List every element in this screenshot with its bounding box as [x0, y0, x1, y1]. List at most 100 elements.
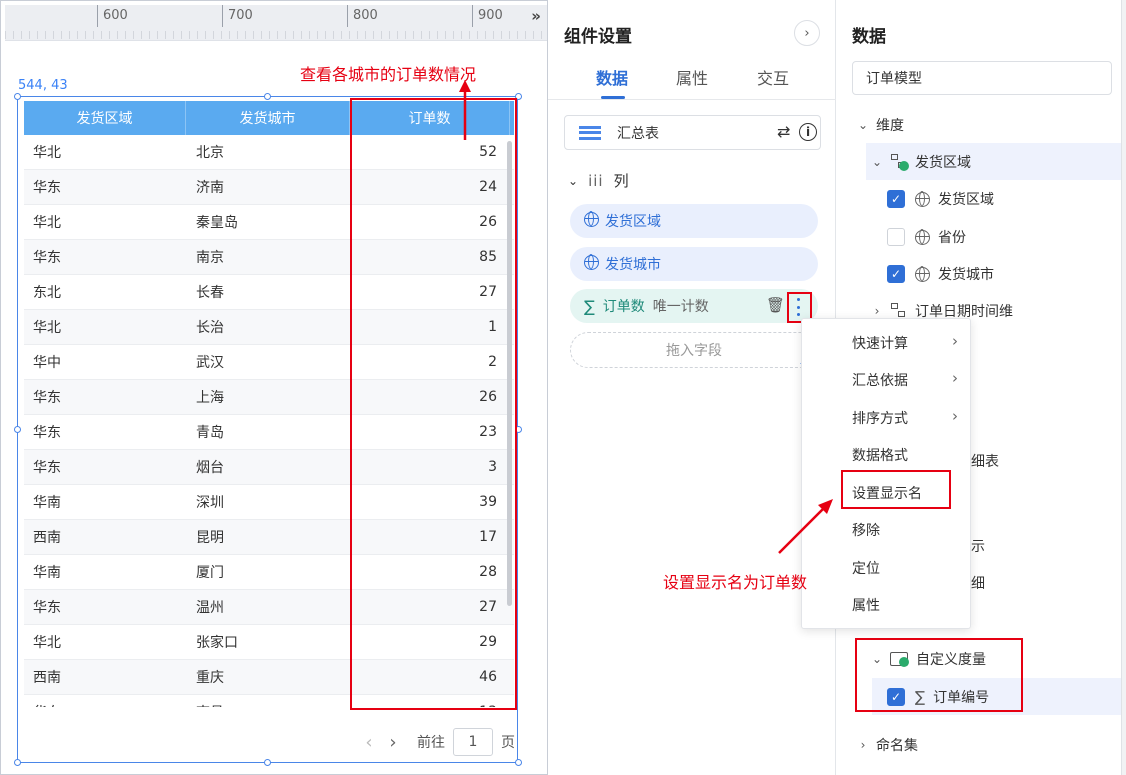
cell-region: 西南	[33, 530, 61, 546]
globe-icon	[915, 266, 930, 282]
checkbox-unchecked[interactable]	[887, 228, 905, 246]
tree-label: 发货区域	[915, 154, 971, 171]
annotation-arrow-up	[459, 80, 471, 140]
dataset-selector[interactable]: 汇总表 ⇄ i	[564, 115, 821, 150]
menu-item-aggregate-by[interactable]: 汇总依据	[852, 370, 908, 390]
cell-city: 南昌	[186, 695, 350, 707]
ruler-tick	[472, 5, 473, 27]
tree-label-partial: 细	[971, 576, 985, 592]
tree-label: 发货区域	[938, 192, 994, 208]
cell-region: 华东	[33, 250, 61, 266]
resize-handle[interactable]	[264, 759, 271, 766]
resize-handle[interactable]	[264, 93, 271, 100]
tree-field-province[interactable]: 省份	[887, 226, 966, 248]
table-icon	[579, 125, 601, 140]
resize-handle[interactable]	[14, 759, 21, 766]
cell-region: 华东	[33, 425, 61, 441]
annotation-arrow-diagonal	[778, 499, 833, 554]
cell-region: 华东	[33, 180, 61, 196]
ruler-scroll-right-icon[interactable]: »	[531, 7, 541, 25]
cell-region: 华东	[24, 695, 186, 707]
info-icon[interactable]: i	[799, 123, 817, 141]
measure-aggregation-label: 唯一计数	[652, 299, 709, 315]
prev-page-icon[interactable]: ‹	[361, 732, 377, 753]
menu-item-sort[interactable]: 排序方式	[852, 408, 908, 428]
header-region[interactable]: 发货区域	[24, 101, 186, 135]
tree-label: 省份	[938, 230, 966, 246]
resize-handle[interactable]	[515, 759, 522, 766]
chevron-down-icon[interactable]: ⌄	[568, 174, 578, 188]
tree-dimensions[interactable]: ⌄ 维度	[856, 114, 904, 136]
cell-region: 华北	[33, 215, 61, 231]
measure-pill-order-count[interactable]: ∑ 订单数 唯一计数 🗑	[570, 289, 818, 323]
menu-item-data-format[interactable]: 数据格式	[852, 445, 908, 465]
globe-icon	[584, 211, 599, 227]
chevron-down-icon[interactable]: ⌄	[856, 118, 870, 132]
globe-icon	[915, 229, 930, 245]
field-pill-city[interactable]: 发货城市	[570, 247, 818, 281]
field-pill-region[interactable]: 发货区域	[570, 204, 818, 238]
drop-field-zone[interactable]: 拖入字段	[570, 332, 818, 368]
cell-region: 华南	[33, 565, 61, 581]
menu-item-quick-calc[interactable]: 快速计算	[852, 333, 908, 353]
tab-properties[interactable]: 属性	[676, 65, 708, 89]
cell-city: 秦皇岛	[196, 215, 238, 231]
model-selector[interactable]: 订单模型	[852, 61, 1112, 95]
cell-city: 厦门	[196, 565, 224, 581]
cell-region: 华北	[33, 635, 61, 651]
tab-interaction[interactable]: 交互	[757, 65, 789, 89]
resize-handle[interactable]	[14, 93, 21, 100]
checkbox-checked[interactable]: ✓	[887, 265, 905, 283]
menu-item-properties[interactable]: 属性	[852, 595, 880, 615]
collapse-panel-icon[interactable]: ›	[794, 20, 820, 46]
ruler-tick	[347, 5, 348, 27]
tree-label-partial: 示	[971, 539, 985, 555]
columns-section-header[interactable]: ⌄ iii 列	[568, 170, 629, 191]
selection-coordinates: 544, 43	[18, 78, 68, 93]
ruler-tick	[222, 5, 223, 27]
ruler-minor-ticks	[5, 31, 547, 39]
annotation-top: 查看各城市的订单数情况	[300, 65, 477, 84]
checkbox-checked[interactable]: ✓	[887, 190, 905, 208]
chevron-down-icon[interactable]: ⌄	[870, 155, 884, 169]
globe-icon	[915, 191, 930, 207]
header-city[interactable]: 发货城市	[186, 101, 350, 135]
tree-field-region[interactable]: ✓ 发货区域	[887, 188, 994, 210]
resize-handle[interactable]	[14, 426, 21, 433]
menu-item-remove[interactable]: 移除	[852, 520, 880, 540]
hierarchy-icon	[890, 153, 909, 171]
tree-label: 维度	[876, 118, 904, 134]
menu-item-locate[interactable]: 定位	[852, 558, 880, 578]
field-pill-label: 发货城市	[605, 257, 661, 273]
measure-pill-label: 订单数	[602, 299, 645, 315]
cell-region: 华南	[33, 495, 61, 511]
chevron-right-icon[interactable]: ›	[870, 304, 884, 318]
cell-city: 青岛	[196, 425, 224, 441]
tree-field-city[interactable]: ✓ 发货城市	[887, 263, 994, 285]
custom-measure-highlight	[855, 638, 1023, 712]
trash-icon[interactable]: 🗑	[766, 296, 785, 314]
cell-region: 东北	[33, 285, 61, 301]
cell-city: 昆明	[196, 530, 224, 546]
component-settings-panel: 组件设置 › 数据 属性 交互 汇总表 ⇄ i ⌄ iii 列 发货区域 发货城…	[548, 0, 836, 775]
columns-title: 列	[613, 172, 629, 190]
field-pill-label: 发货区域	[605, 214, 661, 230]
cell-city: 烟台	[196, 460, 224, 476]
page-number-input[interactable]: 1	[453, 728, 493, 756]
tree-label-partial: 细表	[971, 454, 999, 470]
page-unit-label: 页	[501, 735, 515, 751]
chevron-right-icon[interactable]: ›	[856, 738, 870, 752]
next-page-icon[interactable]: ›	[385, 732, 401, 753]
goto-label: 前往	[417, 735, 445, 751]
swap-icon[interactable]: ⇄	[777, 122, 790, 141]
cell-region: 西南	[33, 670, 61, 686]
chevron-right-icon: ›	[952, 332, 958, 350]
dataset-label: 汇总表	[617, 125, 659, 142]
cell-region: 华北	[33, 320, 61, 336]
hierarchy-icon	[890, 303, 908, 319]
horizontal-ruler: 600 700 800 900 »	[5, 5, 547, 41]
cell-city: 北京	[196, 145, 224, 161]
tab-data[interactable]: 数据	[596, 65, 628, 89]
tree-group-region[interactable]: ⌄ 发货区域	[866, 143, 1126, 180]
tree-named-sets[interactable]: › 命名集	[856, 734, 918, 756]
